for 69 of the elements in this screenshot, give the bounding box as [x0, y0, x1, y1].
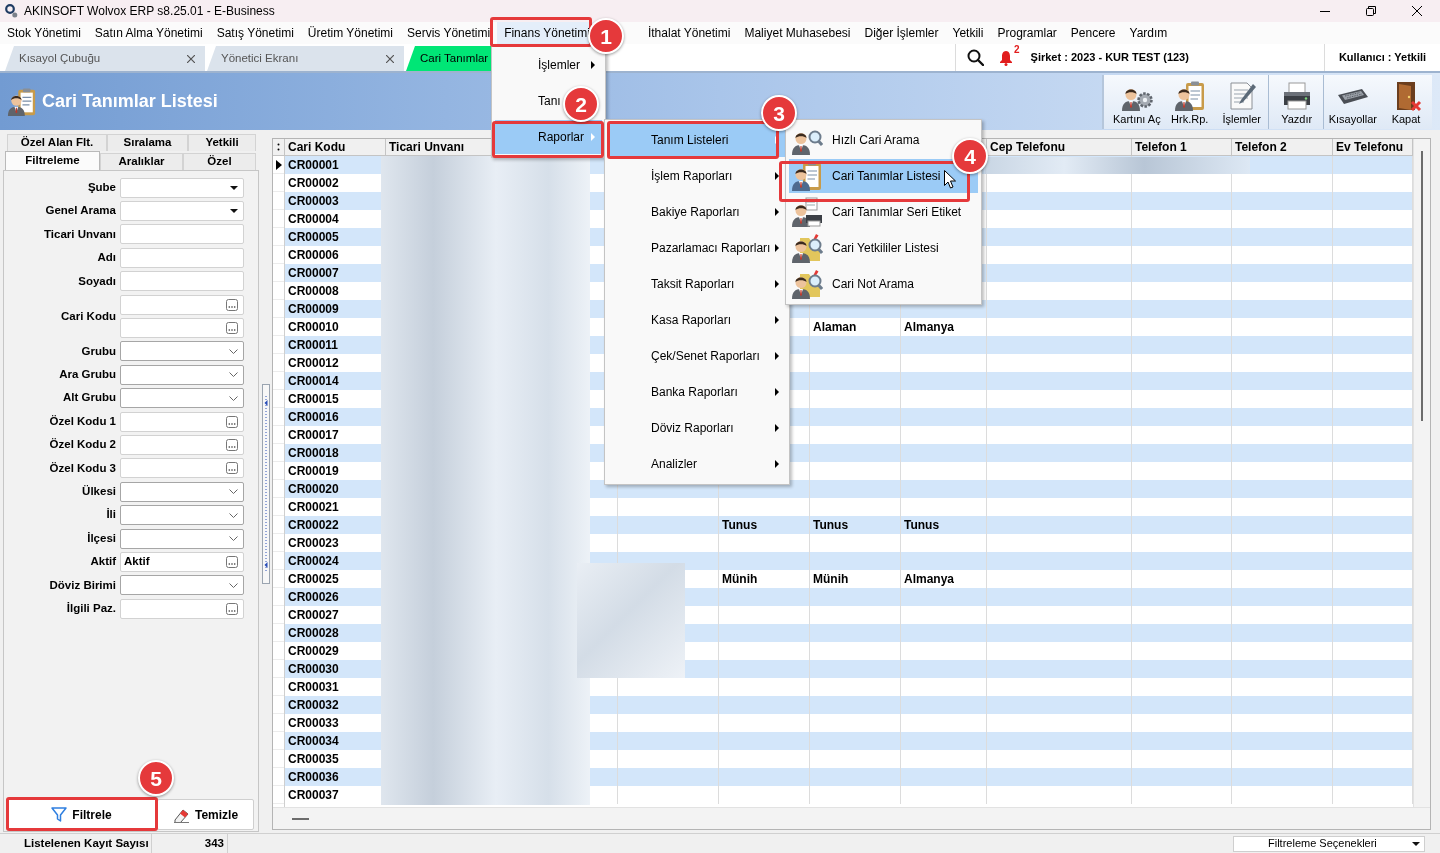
field-label: Genel Arama — [44, 205, 117, 217]
table-cell: CR00021 — [288, 501, 339, 513]
field-label: Ülkesi — [81, 486, 117, 498]
table-cell: CR00001 — [288, 159, 339, 171]
table-cell: CR00015 — [288, 393, 339, 405]
table-cell: CR00019 — [288, 465, 339, 477]
field-label: Aktif — [89, 556, 117, 568]
field-label: Özel Kodu 3 — [48, 462, 117, 475]
field-label: Grubu — [80, 345, 117, 358]
field-label: Alt Grubu — [61, 392, 117, 404]
table-cell: CR00011 — [288, 339, 339, 351]
table-cell: CR00028 — [288, 627, 339, 639]
table-cell: CR00033 — [288, 717, 339, 729]
table-cell: CR00012 — [288, 357, 339, 369]
table-cell: CR00020 — [288, 483, 339, 495]
field-label: Ticari Unvanı — [43, 228, 117, 241]
field-label: İlçesi — [86, 532, 117, 545]
table-cell: Münih — [813, 573, 849, 585]
table-cell: CR00025 — [288, 573, 339, 585]
table-cell: CR00024 — [288, 555, 339, 567]
table-cell: CR00030 — [288, 663, 339, 675]
record-count-label: Listelenen Kayıt Sayısı — [24, 837, 149, 850]
page-title: Cari Tanımlar Listesi — [42, 90, 218, 113]
table-cell: CR00009 — [288, 303, 339, 315]
notification-count: 2 — [1014, 45, 1020, 55]
field-label: Özel Kodu 1 — [48, 415, 117, 428]
table-cell: CR00036 — [288, 771, 339, 783]
field-label: Özel Kodu 2 — [48, 439, 117, 451]
user-info: Kullanıcı : Yetkili — [1338, 50, 1427, 66]
table-cell: Almanya — [904, 321, 955, 333]
table-cell: CR00008 — [288, 285, 339, 297]
field-label: Cari Kodu — [60, 310, 117, 323]
field-label: Adı — [96, 252, 117, 264]
table-cell: CR00018 — [288, 447, 339, 459]
table-cell: Tunus — [722, 519, 758, 531]
field-label: Şube — [86, 181, 117, 194]
table-cell: CR00017 — [288, 429, 339, 441]
table-cell: CR00002 — [288, 177, 339, 189]
table-cell: CR00022 — [288, 519, 339, 531]
field-label: Soyadı — [77, 275, 117, 287]
table-cell: Almanya — [904, 573, 955, 585]
table-cell: CR00023 — [288, 537, 339, 549]
table-cell: CR00003 — [288, 195, 339, 207]
table-cell: Tunus — [904, 519, 940, 531]
field-label: Ara Grubu — [58, 369, 117, 381]
table-cell: CR00016 — [288, 411, 339, 423]
table-cell: CR00034 — [288, 735, 339, 747]
table-cell: Alaman — [813, 321, 857, 333]
table-cell: CR00037 — [288, 789, 339, 801]
window-title: AKINSOFT Wolvox ERP s8.25.01 - E-Business — [24, 5, 275, 17]
field-label: İlgili Paz. — [65, 603, 117, 615]
company-info: Şirket : 2023 - KUR TEST (123) — [1030, 50, 1189, 66]
table-cell: Münih — [722, 573, 758, 585]
table-cell: CR00005 — [288, 231, 339, 243]
table-cell: CR00006 — [288, 249, 339, 261]
table-cell: CR00026 — [288, 591, 339, 603]
table-cell: CR00007 — [288, 267, 339, 279]
table-cell: CR00004 — [288, 213, 339, 225]
field-label: İli — [105, 509, 117, 521]
table-cell: CR00032 — [288, 699, 339, 711]
table-cell: CR00027 — [288, 609, 339, 621]
record-count: 343 — [204, 837, 224, 850]
table-cell: CR00014 — [288, 375, 339, 387]
table-cell: CR00029 — [288, 645, 339, 657]
table-cell: Tunus — [813, 519, 849, 531]
field-label: Döviz Birimi — [48, 579, 117, 592]
table-cell: CR00035 — [288, 753, 339, 765]
table-cell: CR00010 — [288, 321, 339, 333]
table-cell: CR00031 — [288, 681, 339, 693]
